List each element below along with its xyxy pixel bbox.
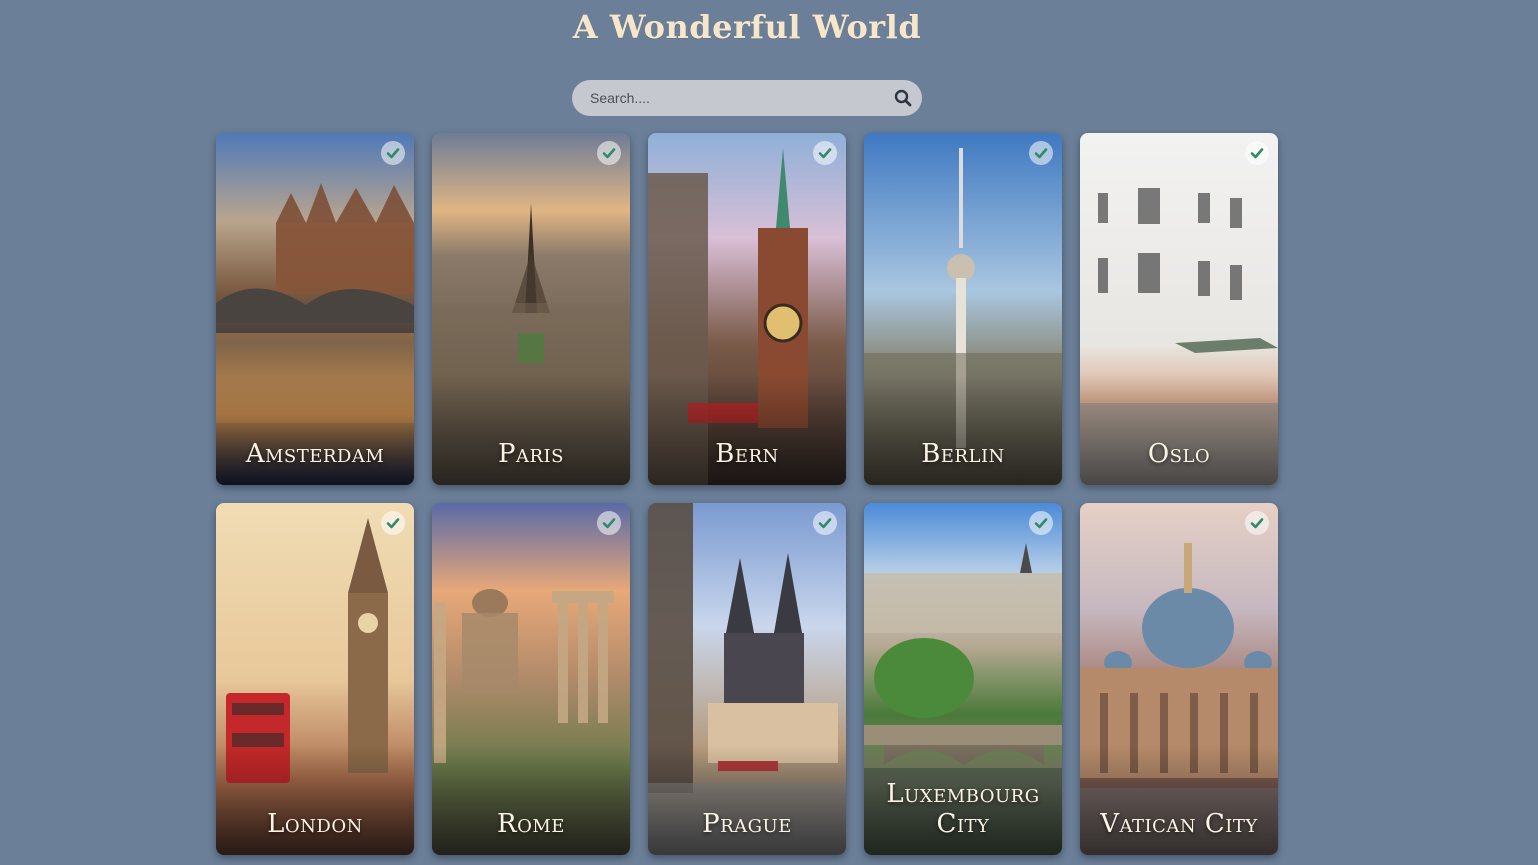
city-name: Amsterdam (245, 439, 385, 469)
check-icon (813, 511, 837, 535)
city-name: Oslo (1147, 439, 1211, 469)
search-bar (572, 80, 922, 116)
check-icon (813, 141, 837, 165)
city-card-prague[interactable]: Prague (648, 503, 846, 855)
city-name: Bern (715, 439, 779, 469)
city-card-vatican-city[interactable]: Vatican City (1080, 503, 1278, 855)
check-icon (1029, 511, 1053, 535)
city-name: Rome (497, 809, 565, 839)
check-icon (597, 141, 621, 165)
city-photo (648, 503, 846, 855)
check-icon (381, 141, 405, 165)
city-photo (432, 503, 630, 855)
search-icon[interactable] (894, 89, 912, 107)
city-card-luxembourg-city[interactable]: Luxembourg City (864, 503, 1062, 855)
city-card-berlin[interactable]: Berlin (864, 133, 1062, 485)
city-name: Prague (702, 809, 792, 839)
city-name: Paris (498, 439, 564, 469)
check-icon (1029, 141, 1053, 165)
check-icon (381, 511, 405, 535)
city-photo (648, 133, 846, 485)
city-card-rome[interactable]: Rome (432, 503, 630, 855)
city-grid: Amsterdam Paris Bern Berlin Oslo London … (216, 133, 1280, 855)
search-input[interactable] (572, 80, 882, 116)
check-icon (597, 511, 621, 535)
city-photo (864, 133, 1062, 485)
city-name: London (267, 809, 363, 839)
city-photo (1080, 133, 1278, 485)
city-name: Luxembourg City (886, 779, 1040, 839)
city-card-paris[interactable]: Paris (432, 133, 630, 485)
city-name: Berlin (921, 439, 1005, 469)
page-title: A Wonderful World (572, 8, 922, 46)
city-photo (432, 133, 630, 485)
city-photo (1080, 503, 1278, 855)
check-icon (1245, 511, 1269, 535)
city-name: Vatican City (1100, 809, 1258, 839)
city-photo (216, 503, 414, 855)
city-card-amsterdam[interactable]: Amsterdam (216, 133, 414, 485)
check-icon (1245, 141, 1269, 165)
city-card-oslo[interactable]: Oslo (1080, 133, 1278, 485)
city-photo (216, 133, 414, 485)
city-card-bern[interactable]: Bern (648, 133, 846, 485)
city-card-london[interactable]: London (216, 503, 414, 855)
